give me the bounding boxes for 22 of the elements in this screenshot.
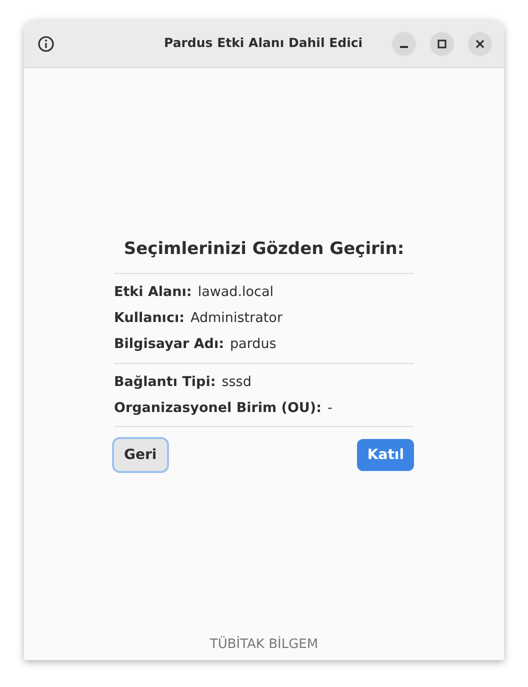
field-label: Bağlantı Tipi: — [114, 372, 216, 392]
field-value: sssd — [222, 372, 252, 392]
field-label: Kullanıcı: — [114, 309, 184, 328]
window-title: Pardus Etki Alanı Dahil Edici — [164, 34, 363, 52]
maximize-icon — [437, 38, 447, 48]
field-label: Organizasyonel Birim (OU): — [114, 398, 322, 418]
field-value: - — [327, 398, 332, 418]
join-button[interactable]: Katıl — [357, 439, 414, 472]
minimize-icon — [400, 46, 408, 48]
field-label: Bilgisayar Adı: — [114, 335, 224, 354]
back-button[interactable]: Geri — [114, 439, 167, 472]
footer-text: TÜBİTAK BİLGEM — [210, 635, 318, 654]
field-label: Etki Alanı: — [114, 282, 192, 302]
close-button[interactable] — [468, 32, 492, 56]
info-icon[interactable] — [36, 34, 56, 54]
field-value: pardus — [230, 335, 276, 354]
field-value: lawad.local — [198, 282, 274, 302]
maximize-button[interactable] — [430, 32, 454, 56]
close-icon — [475, 38, 485, 48]
heading: Seçimlerinizi Gözden Geçirin: — [114, 237, 414, 274]
minimize-button[interactable] — [392, 32, 416, 56]
field-value: Administrator — [190, 309, 282, 328]
